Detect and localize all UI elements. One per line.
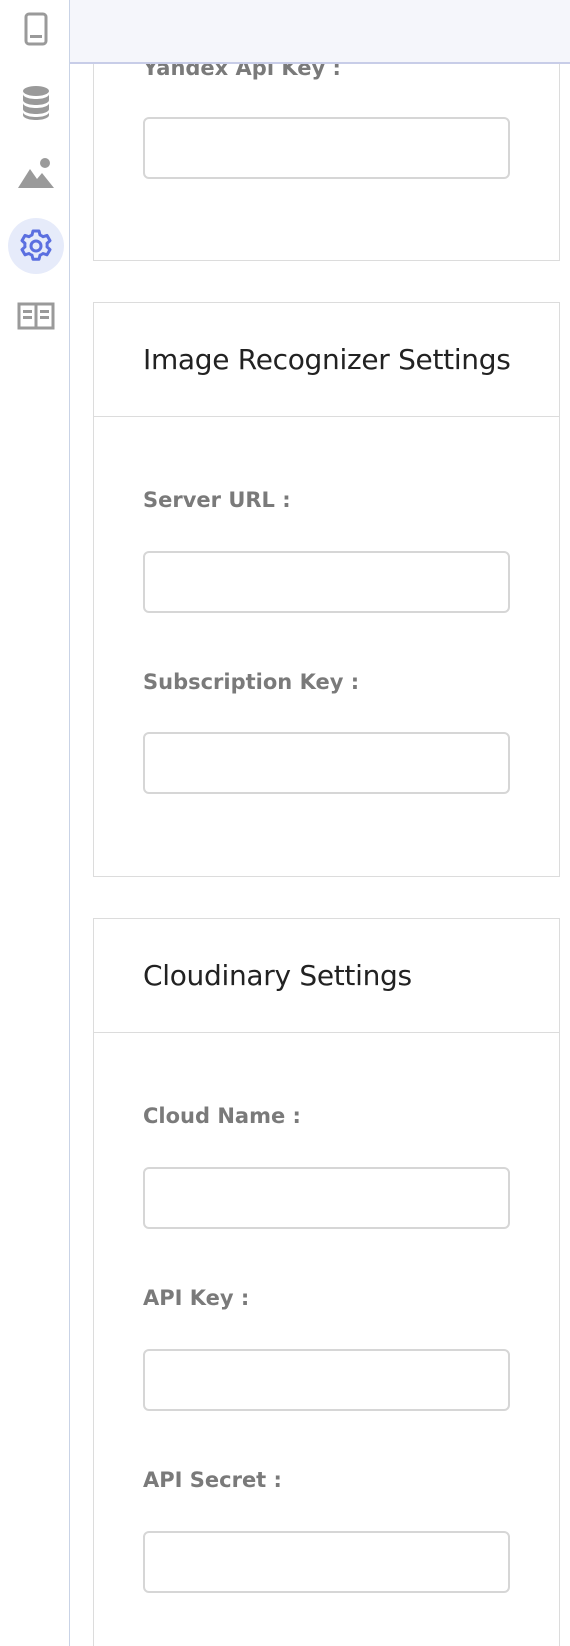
api-key-label: API Key : xyxy=(143,1286,250,1310)
sidebar-item-settings[interactable] xyxy=(8,218,64,274)
cloud-name-label: Cloud Name : xyxy=(143,1104,301,1128)
api-secret-label: API Secret : xyxy=(143,1468,282,1492)
api-key-input[interactable] xyxy=(143,1349,510,1411)
sidebar-item-images[interactable] xyxy=(8,145,64,201)
database-icon xyxy=(21,85,51,121)
mobile-icon xyxy=(23,12,49,46)
yandex-api-key-input[interactable] xyxy=(143,117,510,179)
mountain-image-icon xyxy=(17,157,55,189)
cloudinary-card-header: Cloudinary Settings xyxy=(94,919,559,1033)
image-recognizer-title: Image Recognizer Settings xyxy=(143,343,511,376)
server-url-label: Server URL : xyxy=(143,488,291,512)
sidebar-item-mobile[interactable] xyxy=(8,1,64,57)
subscription-key-input[interactable] xyxy=(143,732,510,794)
subscription-key-label: Subscription Key : xyxy=(143,670,360,694)
gear-icon xyxy=(19,229,53,263)
image-recognizer-settings-card: Image Recognizer Settings Server URL : S… xyxy=(93,302,560,877)
sidebar-item-reader[interactable] xyxy=(8,288,64,344)
api-secret-input[interactable] xyxy=(143,1531,510,1593)
server-url-input[interactable] xyxy=(143,551,510,613)
book-open-icon xyxy=(17,302,55,330)
app-window: Yandex Api Key : Image Recognizer Settin… xyxy=(0,0,570,1646)
cloud-name-input[interactable] xyxy=(143,1167,510,1229)
sidebar xyxy=(0,0,70,1646)
cloudinary-settings-card: Cloudinary Settings Cloud Name : API Key… xyxy=(93,918,560,1646)
cloudinary-title: Cloudinary Settings xyxy=(143,959,412,992)
sidebar-item-database[interactable] xyxy=(8,75,64,131)
settings-content[interactable]: Yandex Api Key : Image Recognizer Settin… xyxy=(70,0,570,1646)
top-header-bar xyxy=(70,0,570,64)
image-recognizer-card-header: Image Recognizer Settings xyxy=(94,303,559,417)
